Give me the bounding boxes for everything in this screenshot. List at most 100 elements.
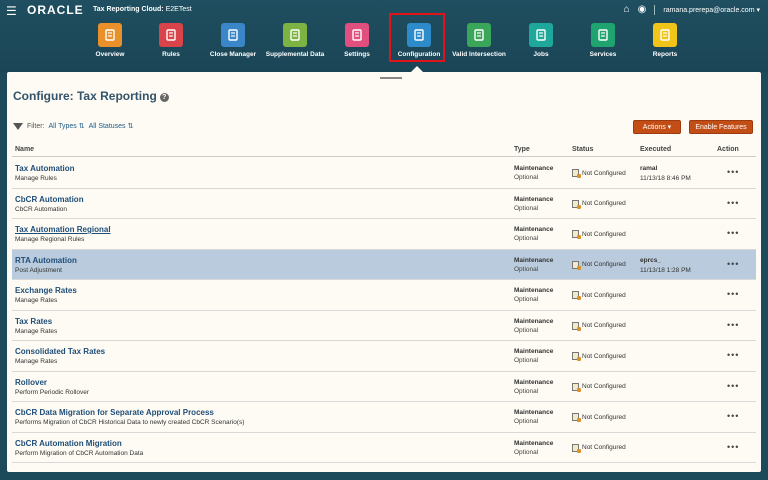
nav-item-reports[interactable]: Reports [635,21,695,58]
row-description: Perform Migration of CbCR Automation Dat… [15,449,144,457]
accessibility-icon[interactable]: ◉ [638,4,647,15]
rules-icon [159,23,183,47]
col-type[interactable]: Type [514,146,530,153]
status-icon [572,199,581,209]
filter-label: Filter: [27,122,45,130]
status-icon [572,230,581,239]
reports-icon [653,23,677,47]
config-table-body: Tax Automation Manage Rules Maintenance Opt… [12,158,756,463]
row-name-link[interactable]: CbCR Automation Migration [15,439,122,448]
row-requirement: Optional [514,265,539,273]
main-panel: Configure: Tax Reporting? Filter: All Ty… [7,72,761,472]
row-status: Not Configured [572,413,626,422]
nav-label: Settings [344,51,370,58]
header-divider [654,4,656,15]
nav-item-services[interactable]: Services [573,21,633,58]
row-description: CbCR Automation [15,205,68,213]
table-row[interactable]: CbCR Automation CbCR Automation Maintenanc… [12,189,756,219]
app-title: Tax Reporting Cloud: E2ETest [93,6,192,13]
row-name-link[interactable]: Rollover [15,378,47,387]
row-status: Not Configured [572,443,626,453]
home-icon[interactable]: ⌂ [624,4,630,15]
status-icon [572,443,581,453]
row-action-menu-icon[interactable]: ••• [727,411,739,421]
table-row[interactable]: CbCR Automation Migration Perform Migrati… [12,433,756,463]
row-requirement: Optional [514,448,539,456]
row-action-menu-icon[interactable]: ••• [727,442,739,452]
table-row[interactable]: CbCR Data Migration for Separate Approva… [12,402,756,433]
row-action-menu-icon[interactable]: ••• [727,167,739,177]
row-type: Maintenance [514,439,554,447]
row-name-link[interactable]: Exchange Rates [15,286,77,295]
row-action-menu-icon[interactable]: ••• [727,228,739,238]
row-action-menu-icon[interactable]: ••• [727,259,739,269]
row-name-link[interactable]: Consolidated Tax Rates [15,347,105,356]
help-icon[interactable]: ? [159,93,169,102]
oracle-logo: ORACLE [27,3,84,17]
row-description: Post Adjustment [15,266,62,274]
row-name-link[interactable]: CbCR Automation [15,195,84,204]
row-requirement: Optional [514,296,539,303]
top-header: ☰ ORACLE Tax Reporting Cloud: E2ETest ⌂ … [0,0,768,72]
row-requirement: Optional [514,387,539,395]
nav-item-jobs[interactable]: Jobs [511,21,571,58]
header-right: ⌂ ◉ ramana.prerepa@oracle.com ▾ [624,4,760,15]
row-status: Not Configured [572,291,626,300]
table-row[interactable]: Tax Automation Manage Rules Maintenance Opt… [12,158,756,189]
row-status: Not Configured [572,382,626,392]
table-row[interactable]: Rollover Perform Periodic Rollover Mainten… [12,372,756,402]
enable-features-button[interactable]: Enable Features [689,120,753,134]
row-description: Manage Rates [15,327,58,335]
row-type: Maintenance [514,226,554,233]
row-action-menu-icon[interactable]: ••• [727,289,739,299]
row-name-link[interactable]: Tax Automation [15,164,75,173]
nav-item-rules[interactable]: Rules [141,21,201,58]
col-name[interactable]: Name [15,146,34,153]
configuration-highlight-box [389,13,445,62]
row-action-menu-icon[interactable]: ••• [727,198,739,208]
row-executed-time: 11/13/18 8:46 PM [640,175,691,182]
nav-item-close-manager[interactable]: Close Manager [203,21,263,58]
table-row[interactable]: Tax Automation Regional Manage Regional R… [12,219,756,250]
filter-all-statuses[interactable]: All Statuses ⇅ [89,122,134,130]
row-action-menu-icon[interactable]: ••• [727,350,739,360]
user-menu[interactable]: ramana.prerepa@oracle.com ▾ [663,6,760,14]
col-executed[interactable]: Executed [640,146,671,153]
row-name-link[interactable]: Tax Automation Regional [15,225,111,234]
table-row[interactable]: Exchange Rates Manage Rates Maintenance Opt… [12,280,756,311]
row-action-menu-icon[interactable]: ••• [727,320,739,330]
row-description: Performs Migration of CbCR Historical Da… [15,419,245,426]
filter-bar: Filter: All Types ⇅ All Statuses ⇅ [13,122,133,130]
row-name-link[interactable]: Tax Rates [15,317,52,326]
col-status[interactable]: Status [572,146,593,153]
actions-button[interactable]: Actions ▾ [633,120,681,134]
nav-item-valid-intersection[interactable]: Valid Intersection [449,21,509,58]
row-description: Manage Rules [15,175,57,182]
jobs-icon [529,23,553,47]
header-divider-line [12,156,756,157]
settings-icon [345,23,369,47]
row-name-link[interactable]: CbCR Data Migration for Separate Approva… [15,408,214,417]
nav-item-supplemental-data[interactable]: Supplemental Data [265,21,325,58]
nav-item-settings[interactable]: Settings [327,21,387,58]
row-status: Not Configured [572,352,626,361]
status-icon [572,413,581,422]
row-description: Manage Regional Rules [15,236,85,243]
row-status: Not Configured [572,321,626,331]
nav-label: Overview [95,51,125,58]
row-requirement: Optional [514,418,539,425]
status-icon [572,169,581,178]
table-row[interactable]: Consolidated Tax Rates Manage Rates Mainte… [12,341,756,372]
nav-item-overview[interactable]: Overview [80,21,140,58]
row-action-menu-icon[interactable]: ••• [727,381,739,391]
panel-collapse-handle[interactable] [380,77,402,79]
row-name-link[interactable]: RTA Automation [15,256,77,265]
filter-all-types[interactable]: All Types ⇅ [49,122,85,130]
filter-icon[interactable] [13,122,23,130]
hamburger-menu-icon[interactable]: ☰ [6,4,17,18]
row-type: Maintenance [514,409,554,416]
row-description: Manage Rates [15,297,58,304]
table-row[interactable]: RTA Automation Post Adjustment Maintenance… [12,249,756,280]
table-row[interactable]: Tax Rates Manage Rates Maintenance Optional… [12,311,756,341]
row-status: Not Configured [572,230,626,239]
